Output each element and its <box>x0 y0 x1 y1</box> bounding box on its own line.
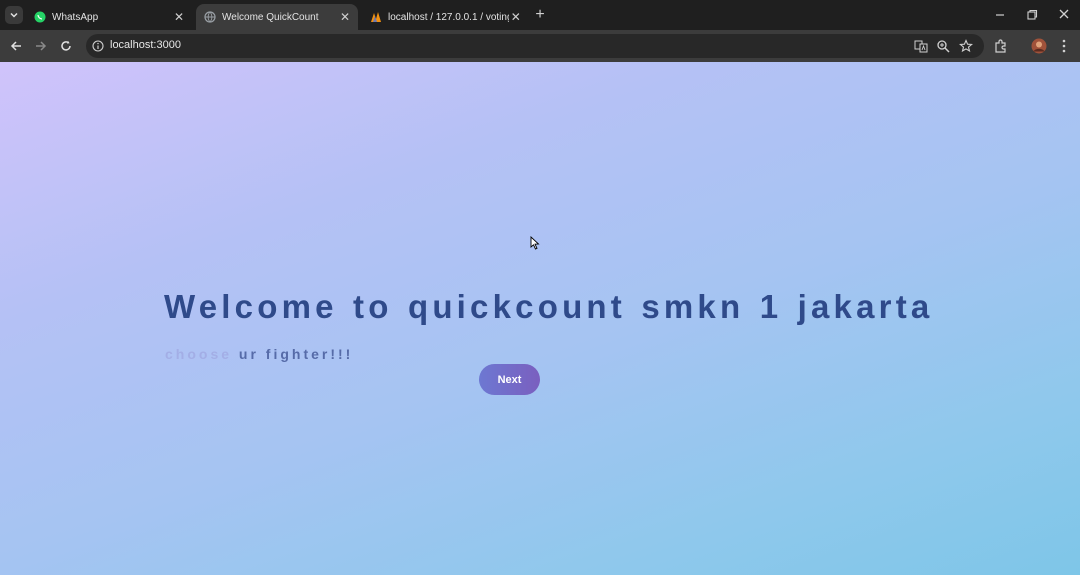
chevron-down-icon <box>10 12 18 18</box>
close-icon[interactable]: ✕ <box>509 10 522 24</box>
forward-button[interactable] <box>33 38 49 54</box>
tab-whatsapp[interactable]: WhatsApp ✕ <box>26 4 192 30</box>
bookmark-star-icon[interactable] <box>959 39 973 53</box>
info-icon[interactable] <box>92 40 104 52</box>
restore-icon[interactable] <box>1024 8 1040 22</box>
extensions-icon[interactable] <box>993 38 1009 54</box>
mouse-cursor-icon <box>530 236 540 250</box>
globe-icon <box>204 11 216 23</box>
arrow-right-icon <box>36 41 47 51</box>
arrow-left-icon <box>10 41 21 51</box>
tab-strip: WhatsApp ✕ Welcome QuickCount ✕ localhos… <box>0 0 1080 30</box>
tab-label: WhatsApp <box>52 11 99 23</box>
tab-search-button[interactable] <box>5 6 23 24</box>
subtitle-faded-text: choose <box>165 346 239 362</box>
minimize-icon[interactable] <box>992 8 1008 22</box>
next-button[interactable]: Next <box>479 364 540 395</box>
url-text: localhost:3000 <box>110 39 181 51</box>
phpmyadmin-icon <box>371 12 381 22</box>
new-tab-button[interactable]: + <box>533 7 547 23</box>
address-bar[interactable]: localhost:3000 <box>86 34 984 58</box>
tab-label: localhost / 127.0.0.1 / voting_d <box>388 11 509 23</box>
page-content: Welcome to quickcount smkn 1 jakarta cho… <box>0 62 1080 575</box>
tab-label: Welcome QuickCount <box>222 11 319 23</box>
tab-phpmyadmin[interactable]: localhost / 127.0.0.1 / voting_d ✕ <box>362 4 528 30</box>
close-icon[interactable]: ✕ <box>172 10 186 24</box>
subtitle-strong-text: ur fighter!!! <box>238 346 354 362</box>
browser-toolbar: localhost:3000 <box>0 30 1080 62</box>
avatar[interactable] <box>1031 38 1047 54</box>
menu-dots-icon[interactable] <box>1056 38 1072 54</box>
reload-icon <box>61 40 71 51</box>
translate-icon[interactable] <box>914 39 928 53</box>
tab-welcome-quickcount[interactable]: Welcome QuickCount ✕ <box>196 4 358 30</box>
zoom-icon[interactable] <box>936 39 950 53</box>
whatsapp-icon <box>34 11 46 23</box>
page-subtitle: choose ur fighter!!! <box>165 346 353 362</box>
page-title: Welcome to quickcount smkn 1 jakarta <box>164 288 934 325</box>
close-icon[interactable]: ✕ <box>338 10 352 24</box>
close-window-icon[interactable] <box>1056 8 1072 22</box>
back-button[interactable] <box>8 38 24 54</box>
reload-button[interactable] <box>58 38 74 54</box>
